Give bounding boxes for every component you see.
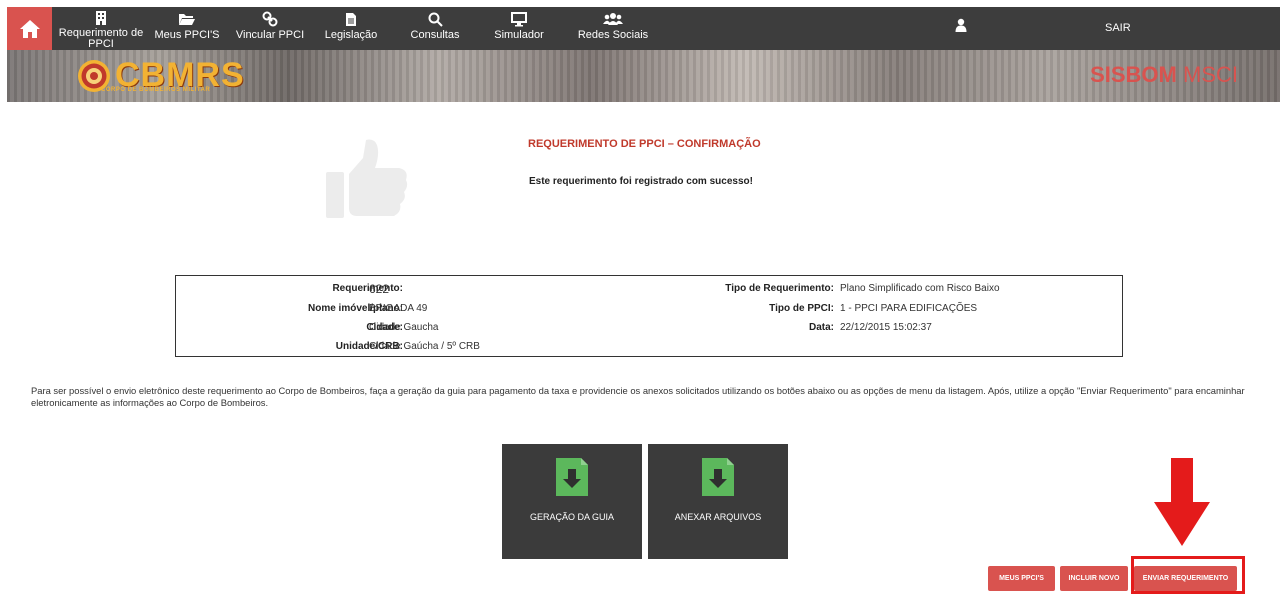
- search-icon: [428, 10, 443, 28]
- geracao-guia-tile[interactable]: GERAÇÃO DA GUIA: [502, 444, 642, 559]
- anexar-arquivos-tile[interactable]: ANEXAR ARQUIVOS: [648, 444, 788, 559]
- nav-label: Legislação: [324, 29, 378, 41]
- download-document-icon: [702, 458, 734, 496]
- nav-meus-ppcis[interactable]: Meus PPCI'S: [152, 7, 222, 50]
- system-name: SISBOM MSCI: [1090, 62, 1238, 88]
- incluir-novo-button[interactable]: INCLUIR NOVO: [1060, 566, 1128, 591]
- arrow-down-icon: [1154, 458, 1210, 546]
- detail-value: Cidade Gaucha: [369, 322, 439, 333]
- meus-ppcis-button[interactable]: MEUS PPCI'S: [988, 566, 1055, 591]
- building-icon: [94, 10, 108, 26]
- detail-value: 1 - PPCI PARA EDIFICAÇÕES: [840, 303, 978, 314]
- system-name-light: MSCI: [1176, 62, 1238, 87]
- detail-value: 622: [369, 282, 390, 296]
- annotation-highlight-box: [1131, 556, 1245, 594]
- instructions-text: Para ser possível o envio eletrônico des…: [31, 385, 1245, 408]
- confirmation-title: REQUERIMENTO DE PPCI – CONFIRMAÇÃO: [528, 138, 761, 150]
- nav-vincular-ppci[interactable]: Vincular PPCI: [234, 7, 306, 50]
- detail-label: Tipo de Requerimento:: [725, 283, 834, 294]
- nav-simulador[interactable]: Simulador: [487, 7, 551, 50]
- tile-label: GERAÇÃO DA GUIA: [529, 512, 615, 522]
- nav-requerimento[interactable]: Requerimento de PPCI: [55, 7, 147, 50]
- nav-label: Redes Sociais: [577, 29, 649, 41]
- nav-legislacao[interactable]: Legislação: [319, 7, 383, 50]
- detail-label: Tipo de PPCI:: [769, 303, 834, 314]
- nav-label: Vincular PPCI: [235, 29, 305, 41]
- logo-subtitle: CORPO DE BOMBEIROS MILITAR: [101, 87, 211, 93]
- thumbs-up-icon: [326, 139, 408, 218]
- confirmation-message: Este requerimento foi registrado com suc…: [529, 176, 753, 187]
- user-icon[interactable]: [955, 18, 967, 37]
- monitor-icon: [511, 10, 527, 28]
- tile-label: ANEXAR ARQUIVOS: [674, 512, 762, 522]
- home-icon: [19, 19, 40, 38]
- detail-value: BRIGADA 49: [369, 303, 428, 314]
- logout-link[interactable]: SAIR: [1105, 22, 1131, 34]
- nav-consultas[interactable]: Consultas: [403, 7, 467, 50]
- header-banner: CBMRS CORPO DE BOMBEIROS MILITAR SISBOM …: [7, 50, 1280, 102]
- requerimento-details: Requerimento: 622 Tipo de Requerimento: …: [175, 275, 1123, 357]
- document-icon: [345, 10, 357, 28]
- users-icon: [603, 10, 623, 28]
- detail-value: 22/12/2015 15:02:37: [840, 322, 932, 333]
- folder-open-icon: [178, 10, 196, 28]
- nav-label: Meus PPCI'S: [154, 29, 220, 41]
- nav-label: Consultas: [410, 29, 460, 41]
- nav-label: Requerimento de PPCI: [58, 27, 144, 50]
- top-navbar: Requerimento de PPCI Meus PPCI'S Vincula…: [7, 7, 1280, 50]
- detail-value: Cidade Gaúcha / 5º CRB: [369, 341, 480, 352]
- detail-label: Data:: [808, 322, 834, 333]
- home-button[interactable]: [7, 7, 52, 50]
- download-document-icon: [556, 458, 588, 496]
- system-name-bold: SISBOM: [1090, 62, 1177, 87]
- nav-label: Simulador: [494, 29, 544, 41]
- link-icon: [262, 10, 278, 28]
- detail-value: Plano Simplificado com Risco Baixo: [840, 283, 1000, 294]
- nav-redes-sociais[interactable]: Redes Sociais: [573, 7, 653, 50]
